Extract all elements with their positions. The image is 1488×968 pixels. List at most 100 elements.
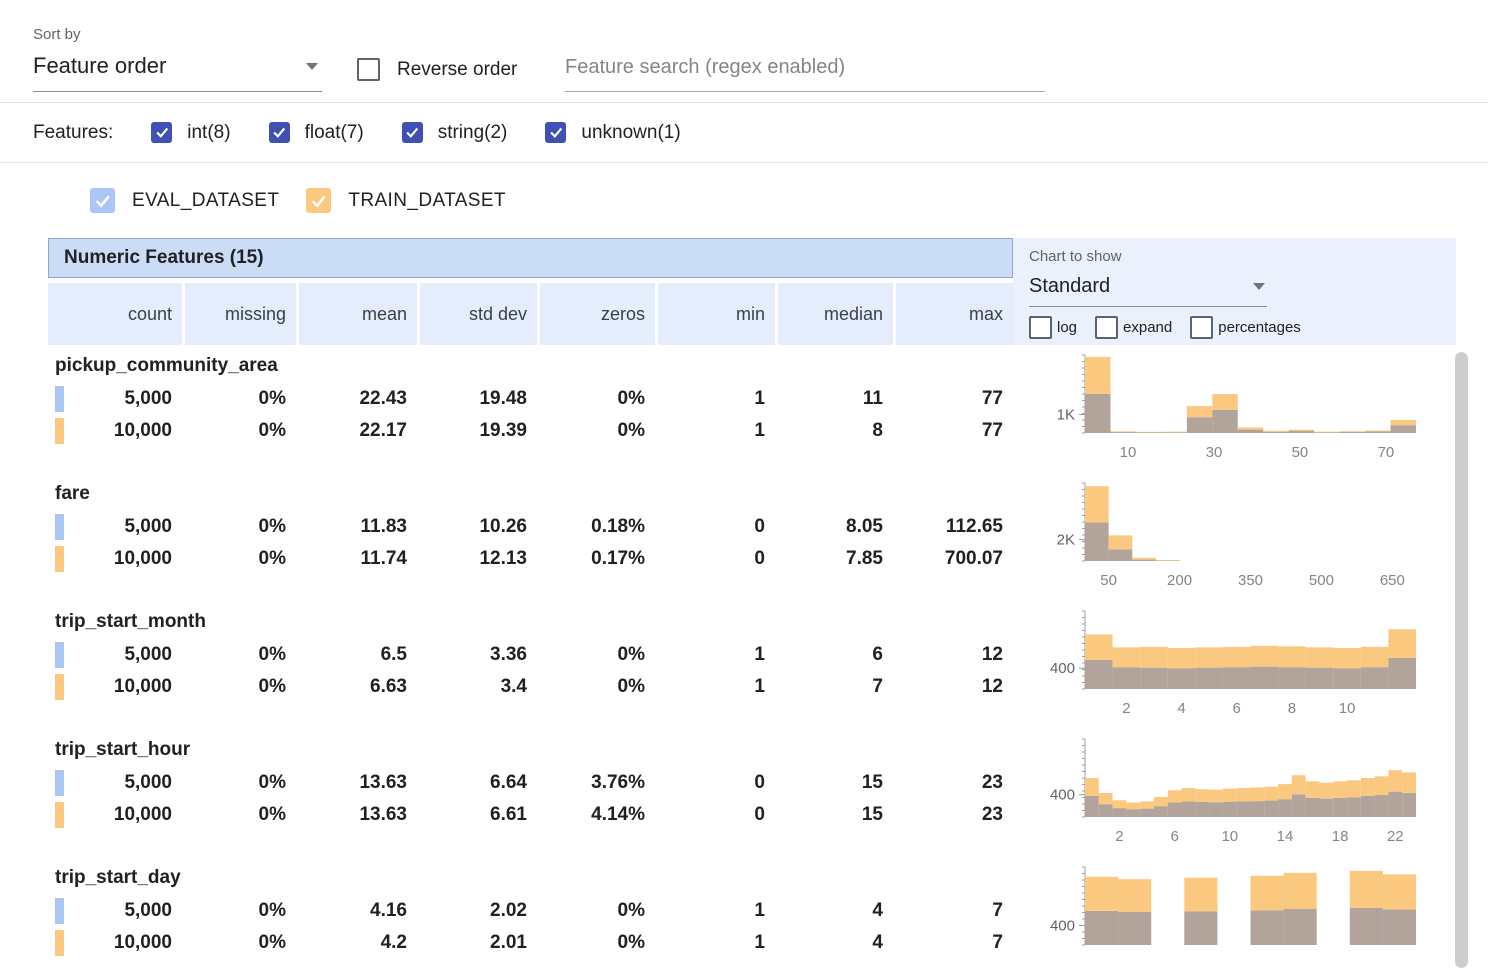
legend-item-train_dataset: TRAIN_DATASET	[306, 188, 506, 213]
x-axis-tick-label: 14	[1277, 828, 1294, 845]
train-dataset-swatch	[55, 802, 64, 828]
cell-value: 5,000	[124, 772, 172, 794]
cell-value: 6.63	[299, 676, 417, 698]
table-row: 5,0000%4.162.020%147	[48, 895, 1013, 927]
cell-value: 0%	[185, 932, 296, 954]
cell-value: 13.63	[299, 804, 417, 826]
feature-rows: pickup_community_area5,0000%22.4319.480%…	[48, 345, 1013, 968]
x-axis-tick-label: 650	[1380, 572, 1405, 589]
table-row: 5,0000%13.636.643.76%01523	[48, 767, 1013, 799]
chart-option-checkbox-expand[interactable]	[1095, 316, 1118, 339]
chart-type-select[interactable]: Standard	[1029, 271, 1267, 307]
cell-value: 19.39	[420, 420, 537, 442]
cell-value: 8	[778, 420, 893, 442]
vertical-scrollbar[interactable]	[1455, 352, 1468, 968]
filter-item-label: float(7)	[305, 122, 364, 144]
cell-value: 4.2	[299, 932, 417, 954]
train-dataset-swatch	[55, 930, 64, 956]
count-cell: 5,000	[48, 642, 182, 668]
count-cell: 10,000	[48, 674, 182, 700]
histogram-chart: 400246810	[1013, 601, 1456, 729]
cell-value: 0%	[185, 548, 296, 570]
filter-item-int: int(8)	[151, 122, 230, 144]
histogram-chart: 1K10305070	[1013, 345, 1456, 473]
legend-checkbox-eval_dataset[interactable]	[90, 188, 115, 213]
cell-value: 12	[896, 644, 1013, 666]
cell-value: 0%	[185, 388, 296, 410]
cell-value: 5,000	[124, 388, 172, 410]
cell-value: 0%	[185, 772, 296, 794]
eval-dataset-swatch	[55, 898, 64, 924]
cell-value: 15	[778, 772, 893, 794]
x-axis-tick-label: 18	[1332, 828, 1349, 845]
search-input[interactable]	[565, 50, 1045, 92]
eval-dataset-swatch	[55, 514, 64, 540]
count-cell: 10,000	[48, 802, 182, 828]
cell-value: 0%	[185, 644, 296, 666]
legend-label: TRAIN_DATASET	[348, 190, 506, 212]
filter-checkbox-float[interactable]	[269, 122, 290, 143]
feature-histogram-trip_start_month: 400246810	[1013, 601, 1456, 729]
feature-block: pickup_community_area5,0000%22.4319.480%…	[48, 345, 1013, 473]
feature-histogram-fare: 2K50200350500650	[1013, 473, 1456, 601]
sort-by-value: Feature order	[33, 53, 166, 79]
facets-overview-app: Sort by Feature order Reverse order Feat…	[0, 0, 1488, 968]
column-header-median: median	[778, 283, 893, 345]
x-axis-tick-label: 22	[1387, 828, 1404, 845]
cell-value: 0%	[540, 388, 655, 410]
y-axis-tick-label: 400	[1050, 918, 1075, 935]
cell-value: 0%	[185, 900, 296, 922]
cell-value: 0%	[540, 676, 655, 698]
chart-option-checkbox-log[interactable]	[1029, 316, 1052, 339]
cell-value: 10,000	[114, 932, 172, 954]
cell-value: 1	[658, 644, 775, 666]
filter-checkbox-string[interactable]	[402, 122, 423, 143]
sort-by-select[interactable]: Feature order	[33, 49, 322, 92]
y-axis-tick-label: 400	[1050, 660, 1075, 677]
cell-value: 10.26	[420, 516, 537, 538]
eval-dataset-swatch	[55, 642, 64, 668]
column-header-std-dev: std dev	[420, 283, 537, 345]
cell-value: 23	[896, 772, 1013, 794]
reverse-order-control: Reverse order	[357, 58, 517, 81]
train-dataset-swatch	[55, 546, 64, 572]
cell-value: 11.83	[299, 516, 417, 538]
table-row: 10,0000%13.636.614.14%01523	[48, 799, 1013, 831]
reverse-order-checkbox[interactable]	[357, 58, 380, 81]
x-axis-tick-label: 10	[1339, 700, 1356, 717]
histogram-chart: 400	[1013, 857, 1456, 968]
x-axis-tick-label: 4	[1177, 700, 1185, 717]
filter-checkbox-unknown[interactable]	[545, 122, 566, 143]
table-row: 5,0000%6.53.360%1612	[48, 639, 1013, 671]
column-header-missing: missing	[185, 283, 296, 345]
count-cell: 10,000	[48, 546, 182, 572]
cell-value: 4.16	[299, 900, 417, 922]
dataset-legend: EVAL_DATASETTRAIN_DATASET	[0, 163, 1488, 238]
chart-panel: Chart to show Standard logexpandpercenta…	[1013, 238, 1456, 968]
chart-option-percentages: percentages	[1190, 316, 1301, 339]
count-cell: 5,000	[48, 514, 182, 540]
count-cell: 5,000	[48, 386, 182, 412]
feature-name: trip_start_month	[48, 607, 1013, 639]
y-axis-tick-label: 1K	[1057, 406, 1075, 423]
count-cell: 10,000	[48, 930, 182, 956]
cell-value: 77	[896, 420, 1013, 442]
cell-value: 0	[658, 548, 775, 570]
column-header-min: min	[658, 283, 775, 345]
cell-value: 0%	[185, 516, 296, 538]
cell-value: 22.43	[299, 388, 417, 410]
cell-value: 0%	[540, 932, 655, 954]
table-row: 10,0000%22.1719.390%1877	[48, 415, 1013, 447]
legend-checkbox-train_dataset[interactable]	[306, 188, 331, 213]
feature-histogram-trip_start_day: 400	[1013, 857, 1456, 968]
chevron-down-icon	[1253, 283, 1265, 290]
table-row: 10,0000%11.7412.130.17%07.85700.07	[48, 543, 1013, 575]
cell-value: 3.76%	[540, 772, 655, 794]
check-icon	[404, 124, 420, 140]
y-axis-tick-label: 2K	[1057, 532, 1075, 549]
cell-value: 10,000	[114, 548, 172, 570]
chart-option-checkbox-percentages[interactable]	[1190, 316, 1213, 339]
check-icon	[309, 191, 329, 211]
filter-checkbox-int[interactable]	[151, 122, 172, 143]
cell-value: 112.65	[896, 516, 1013, 538]
